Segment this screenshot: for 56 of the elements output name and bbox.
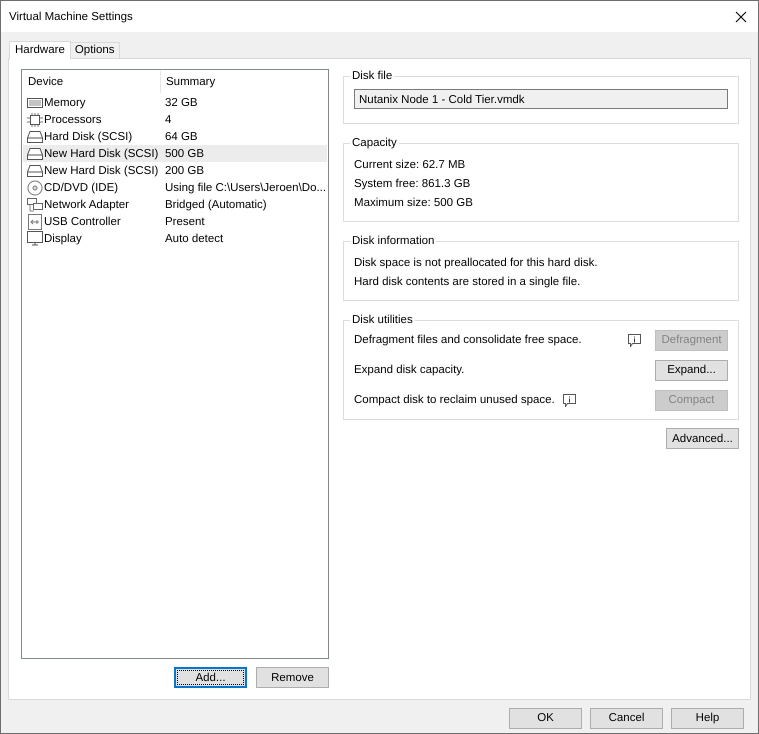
device-name: Memory <box>44 96 86 108</box>
tab[interactable]: Hardware <box>9 41 71 59</box>
device-summary: Present <box>165 216 206 228</box>
device-name: New Hard Disk (SCSI) <box>44 148 158 160</box>
device-name: Processors <box>44 114 102 126</box>
memory-icon <box>26 96 43 108</box>
device-name: CD/DVD (IDE) <box>44 182 118 194</box>
device-name: New Hard Disk (SCSI) <box>44 164 158 176</box>
cdrom-icon <box>26 180 43 196</box>
disk-file-field[interactable]: Nutanix Node 1 - Cold Tier.vmdk <box>354 89 728 109</box>
device-name: USB Controller <box>44 216 121 228</box>
utility-text: Compact disk to reclaim unused space. <box>354 394 555 406</box>
column-header[interactable]: Device <box>23 71 160 93</box>
device-summary: Auto detect <box>165 232 224 244</box>
device-row[interactable]: New Hard Disk (SCSI) 500 GB <box>23 145 327 162</box>
device-row[interactable]: Memory 32 GB <box>23 94 327 111</box>
processor-icon <box>26 112 43 126</box>
device-row[interactable]: CD/DVD (IDE) Using file C:\Users\Jeroen\Do... <box>23 179 327 196</box>
dialog-button[interactable]: Help <box>671 708 744 728</box>
utility-text: Defragment files and consolidate free space. <box>354 334 582 346</box>
device-summary: 32 GB <box>165 96 199 108</box>
info-text: System free: 861.3 GB <box>354 177 472 192</box>
close-icon <box>735 10 747 22</box>
advanced-button[interactable]: Advanced... <box>666 428 739 449</box>
device-row[interactable]: New Hard Disk (SCSI) 200 GB <box>23 162 327 179</box>
column-header[interactable]: Summary <box>160 71 327 93</box>
utility-button[interactable]: Expand... <box>655 360 728 380</box>
device-summary: 200 GB <box>165 164 205 176</box>
device-row[interactable]: USB Controller Present <box>23 213 327 230</box>
device-row[interactable]: Hard Disk (SCSI) 64 GB <box>23 128 327 145</box>
display-icon <box>26 231 43 246</box>
device-row[interactable]: Display Auto detect <box>23 230 327 247</box>
dialog-button[interactable]: Cancel <box>590 708 663 728</box>
usb-icon <box>26 214 43 230</box>
device-summary: 500 GB <box>165 148 205 160</box>
list-button[interactable]: Remove <box>256 667 329 688</box>
info-text: Hard disk contents are stored in a single file. <box>354 275 582 290</box>
device-row[interactable]: Processors 4 <box>23 111 327 128</box>
info-text: Disk space is not preallocated for this hard disk. <box>354 256 599 271</box>
device-summary: Using file C:\Users\Jeroen\Do... <box>165 182 327 194</box>
info-text: Maximum size: 500 GB <box>354 196 474 211</box>
tab[interactable]: Options <box>70 42 120 58</box>
device-name: Display <box>44 232 82 244</box>
device-summary: 4 <box>165 114 172 126</box>
list-button[interactable]: Add... <box>174 667 247 688</box>
network-icon <box>26 198 43 212</box>
utility-text: Expand disk capacity. <box>354 364 464 376</box>
info-text: Current size: 62.7 MB <box>354 158 466 173</box>
device-summary: Bridged (Automatic) <box>165 198 268 210</box>
window-title: Virtual Machine Settings <box>9 10 133 22</box>
device-row[interactable]: Network Adapter Bridged (Automatic) <box>23 196 327 213</box>
group-title: Capacity <box>350 136 399 150</box>
dialog-button[interactable]: OK <box>509 708 582 728</box>
device-summary: 64 GB <box>165 130 199 142</box>
device-name: Network Adapter <box>44 198 130 210</box>
device-name: Hard Disk (SCSI) <box>44 130 132 142</box>
